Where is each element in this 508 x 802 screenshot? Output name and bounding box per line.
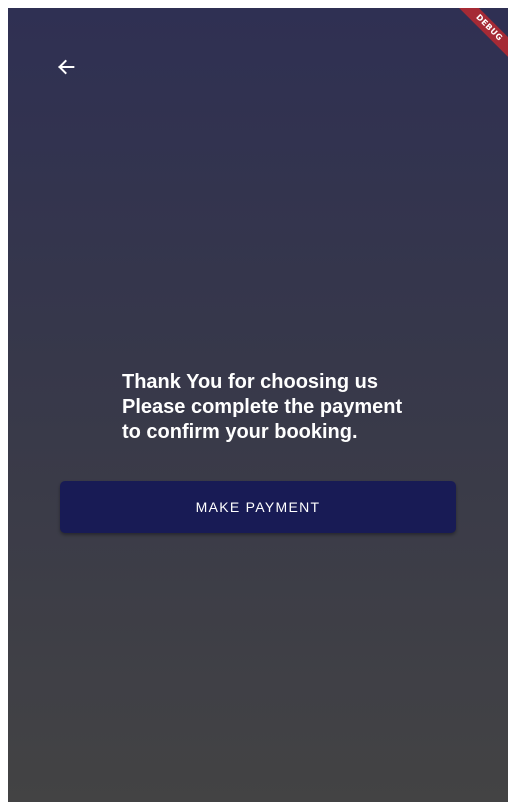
booking-confirmation-screen: Thank You for choosing us Please complet… [8, 8, 508, 802]
message-line-2: Please complete the payment [122, 396, 403, 418]
message-line-3: to confirm your booking. [122, 421, 358, 443]
back-button[interactable] [52, 53, 80, 81]
make-payment-button[interactable]: MAKE PAYMENT [60, 481, 456, 533]
arrow-left-icon [55, 56, 77, 78]
thank-you-message: Thank You for choosing us Please complet… [122, 370, 442, 445]
message-line-1: Thank You for choosing us [122, 371, 378, 393]
debug-ribbon: DEBUG [453, 8, 508, 64]
debug-banner: DEBUG [448, 8, 508, 68]
